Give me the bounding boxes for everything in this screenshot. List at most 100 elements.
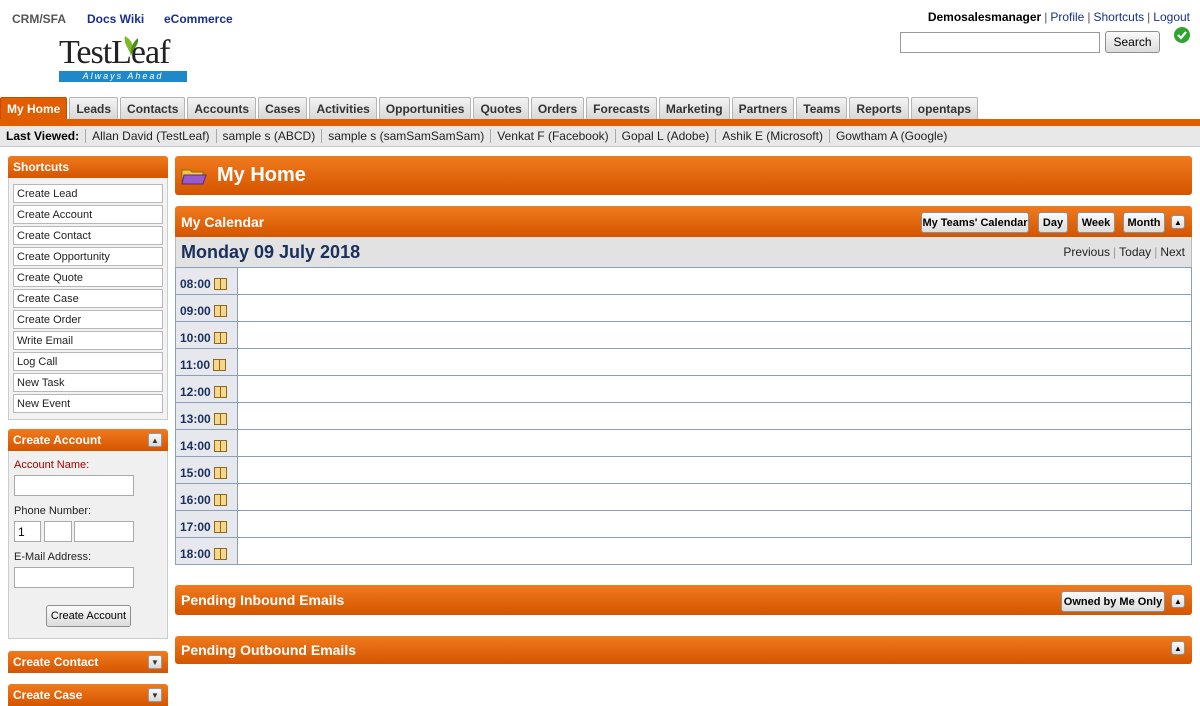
create-contact-header[interactable]: Create Contact ▼ xyxy=(8,651,168,673)
shortcut-new-event[interactable]: New Event xyxy=(13,394,163,413)
phone-country-code-field[interactable]: 1 xyxy=(14,521,41,542)
owned-by-me-button[interactable]: Owned by Me Only xyxy=(1061,591,1165,612)
add-event-icon[interactable] xyxy=(213,440,227,452)
last-viewed-item[interactable]: Venkat F (Facebook) xyxy=(490,129,614,143)
app-link-docs-wiki[interactable]: Docs Wiki xyxy=(87,12,144,26)
profile-link[interactable]: Profile xyxy=(1050,10,1084,24)
tab-accounts[interactable]: Accounts xyxy=(187,97,257,120)
search-button[interactable]: Search xyxy=(1105,31,1160,53)
time-slot[interactable] xyxy=(238,403,1191,429)
add-event-icon[interactable] xyxy=(213,467,227,479)
time-slot[interactable] xyxy=(238,268,1191,294)
tab-contacts[interactable]: Contacts xyxy=(120,97,186,120)
tab-cases[interactable]: Cases xyxy=(258,97,308,120)
tab-my-home[interactable]: My Home xyxy=(0,97,68,120)
add-event-icon[interactable] xyxy=(213,413,227,425)
time-cell[interactable]: 13:00 xyxy=(176,403,238,429)
tab-reports[interactable]: Reports xyxy=(849,97,909,120)
month-view-button[interactable]: Month xyxy=(1123,212,1165,233)
time-slot[interactable] xyxy=(238,511,1191,537)
last-viewed-item[interactable]: Ashik E (Microsoft) xyxy=(715,129,829,143)
time-cell[interactable]: 09:00 xyxy=(176,295,238,321)
last-viewed-item[interactable]: Gowtham A (Google) xyxy=(828,129,953,143)
create-account-button[interactable]: Create Account xyxy=(46,605,131,627)
tab-forecasts[interactable]: Forecasts xyxy=(586,97,657,120)
shortcut-write-email[interactable]: Write Email xyxy=(13,331,163,350)
tab-teams[interactable]: Teams xyxy=(796,97,848,120)
add-event-icon[interactable] xyxy=(213,359,227,371)
add-event-icon[interactable] xyxy=(213,521,227,533)
time-cell[interactable]: 12:00 xyxy=(176,376,238,402)
collapse-icon[interactable]: ▲ xyxy=(148,433,162,447)
time-slot[interactable] xyxy=(238,295,1191,321)
collapse-icon[interactable]: ▲ xyxy=(1171,641,1185,655)
app-link-crm-sfa[interactable]: CRM/SFA xyxy=(12,12,66,26)
today-link[interactable]: Today xyxy=(1119,245,1151,259)
time-slot[interactable] xyxy=(238,376,1191,402)
add-event-icon[interactable] xyxy=(213,278,227,290)
shortcut-new-task[interactable]: New Task xyxy=(13,373,163,392)
email-field[interactable] xyxy=(14,567,134,588)
shortcut-create-quote[interactable]: Create Quote xyxy=(13,268,163,287)
time-cell[interactable]: 08:00 xyxy=(176,268,238,294)
add-event-icon[interactable] xyxy=(213,386,227,398)
create-case-header[interactable]: Create Case ▼ xyxy=(8,684,168,706)
tab-quotes[interactable]: Quotes xyxy=(473,97,529,120)
tab-activities[interactable]: Activities xyxy=(309,97,377,120)
last-viewed-item[interactable]: sample s (ABCD) xyxy=(215,129,322,143)
next-link[interactable]: Next xyxy=(1160,245,1185,259)
collapse-icon[interactable]: ▲ xyxy=(1171,215,1185,229)
time-slot[interactable] xyxy=(238,484,1191,510)
app-link-ecommerce[interactable]: eCommerce xyxy=(164,12,233,26)
time-cell[interactable]: 15:00 xyxy=(176,457,238,483)
time-slot[interactable] xyxy=(238,349,1191,375)
tab-opentaps[interactable]: opentaps xyxy=(910,97,979,120)
shortcuts-link[interactable]: Shortcuts xyxy=(1093,10,1144,24)
last-viewed-item[interactable]: Allan David (TestLeaf) xyxy=(85,129,215,143)
time-cell[interactable]: 18:00 xyxy=(176,538,238,564)
calendar-row: 14:00 xyxy=(176,430,1191,457)
expand-icon[interactable]: ▼ xyxy=(148,688,162,702)
tab-leads[interactable]: Leads xyxy=(69,97,119,120)
create-contact-title: Create Contact xyxy=(13,655,99,669)
tab-orders[interactable]: Orders xyxy=(530,97,585,120)
time-slot[interactable] xyxy=(238,457,1191,483)
calendar-row: 12:00 xyxy=(176,376,1191,403)
tab-partners[interactable]: Partners xyxy=(731,97,795,120)
logout-link[interactable]: Logout xyxy=(1153,10,1190,24)
shortcut-log-call[interactable]: Log Call xyxy=(13,352,163,371)
shortcut-create-order[interactable]: Create Order xyxy=(13,310,163,329)
shortcut-create-contact[interactable]: Create Contact xyxy=(13,226,163,245)
week-view-button[interactable]: Week xyxy=(1077,212,1115,233)
time-cell[interactable]: 10:00 xyxy=(176,322,238,348)
time-cell[interactable]: 11:00 xyxy=(176,349,238,375)
account-name-field[interactable] xyxy=(14,475,134,496)
add-event-icon[interactable] xyxy=(213,305,227,317)
last-viewed-item[interactable]: Gopal L (Adobe) xyxy=(614,129,716,143)
tab-opportunities[interactable]: Opportunities xyxy=(378,97,472,120)
add-event-icon[interactable] xyxy=(213,548,227,560)
last-viewed-item[interactable]: sample s (samSamSamSam) xyxy=(321,129,490,143)
expand-icon[interactable]: ▼ xyxy=(148,655,162,669)
time-slot[interactable] xyxy=(238,538,1191,564)
search-input[interactable] xyxy=(900,32,1100,53)
previous-link[interactable]: Previous xyxy=(1063,245,1110,259)
shortcut-create-case[interactable]: Create Case xyxy=(13,289,163,308)
phone-area-code-field[interactable] xyxy=(44,521,72,542)
add-event-icon[interactable] xyxy=(213,332,227,344)
logo-tagline: Always Ahead xyxy=(59,71,187,82)
add-event-icon[interactable] xyxy=(213,494,227,506)
teams-calendar-button[interactable]: My Teams' Calendar xyxy=(921,212,1029,233)
tab-marketing[interactable]: Marketing xyxy=(658,97,730,120)
time-cell[interactable]: 14:00 xyxy=(176,430,238,456)
time-cell[interactable]: 16:00 xyxy=(176,484,238,510)
shortcut-create-opportunity[interactable]: Create Opportunity xyxy=(13,247,163,266)
collapse-icon[interactable]: ▲ xyxy=(1171,594,1185,608)
phone-number-field[interactable] xyxy=(74,521,134,542)
shortcut-create-lead[interactable]: Create Lead xyxy=(13,184,163,203)
shortcut-create-account[interactable]: Create Account xyxy=(13,205,163,224)
day-view-button[interactable]: Day xyxy=(1038,212,1068,233)
time-slot[interactable] xyxy=(238,430,1191,456)
time-slot[interactable] xyxy=(238,322,1191,348)
time-cell[interactable]: 17:00 xyxy=(176,511,238,537)
